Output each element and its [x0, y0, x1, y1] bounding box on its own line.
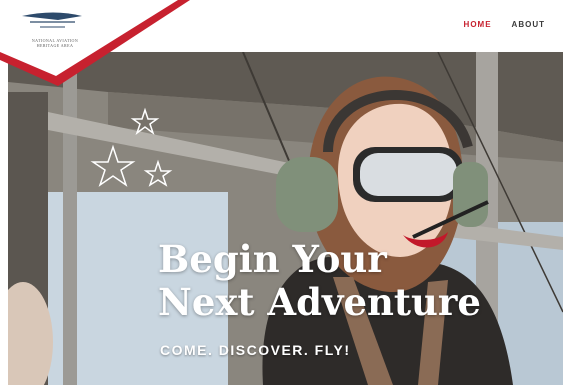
hero-tagline: COME. DISCOVER. FLY! — [160, 342, 351, 358]
site-logo[interactable]: NATIONAL AVIATION HERITAGE AREA — [0, 0, 200, 90]
nav-home-link[interactable]: HOME — [464, 20, 492, 29]
hero-headline-line2: Next Adventure — [158, 280, 481, 324]
nav-about-link[interactable]: ABOUT — [512, 20, 545, 29]
main-nav: HOME ABOUT — [464, 20, 545, 29]
hero-headline-line1: Begin Your — [158, 237, 387, 281]
logo-text-line2: HERITAGE AREA — [36, 43, 74, 48]
page: HOME ABOUT Begin Your Next Adventure COM… — [0, 0, 563, 385]
hero-headline: Begin Your Next Adventure — [158, 238, 558, 324]
logo-text: NATIONAL AVIATION HERITAGE AREA — [20, 38, 90, 48]
hero-image: Begin Your Next Adventure COME. DISCOVER… — [8, 52, 563, 385]
hero-photo-illustration — [8, 52, 563, 385]
